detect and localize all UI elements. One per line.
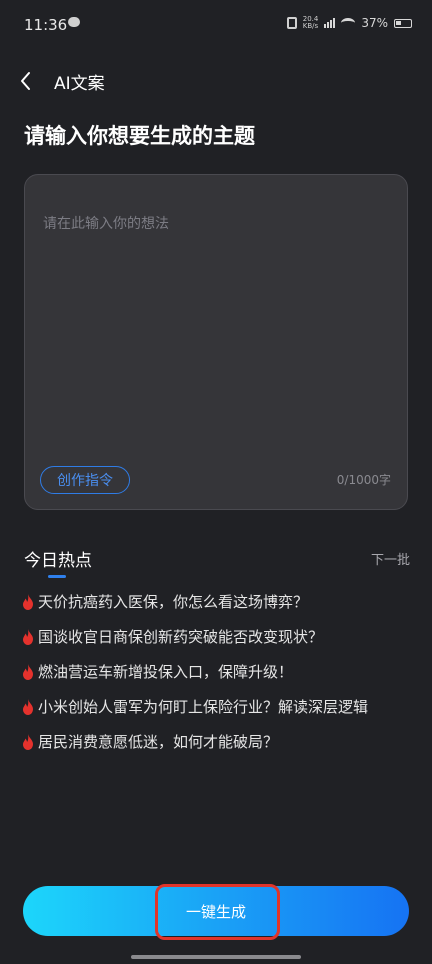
hot-topics-title: 今日热点 [24, 551, 92, 571]
hot-topics-underline [48, 575, 66, 578]
topic-input[interactable] [41, 211, 395, 455]
chevron-left-icon[interactable] [16, 70, 38, 92]
message-icon [68, 17, 80, 27]
hot-topic-item[interactable]: 燃油营运车新增投保入口，保障升级！ [22, 662, 422, 697]
fire-icon [22, 629, 34, 645]
hot-topic-text: 小米创始人雷军为何盯上保险行业？解读深层逻辑 [38, 698, 369, 716]
network-speed-unit: KB/s [302, 22, 319, 30]
home-indicator[interactable] [131, 955, 301, 959]
hot-topic-item[interactable]: 国谈收官日商保创新药突破能否改变现状？ [22, 627, 422, 662]
status-icons: 20.4 KB/s 37% [286, 16, 412, 30]
topic-input-card: 创作指令 0/1000字 [24, 174, 408, 510]
signal-icon [324, 18, 336, 28]
fire-icon [22, 664, 34, 680]
generate-button[interactable]: 一键生成 [23, 886, 409, 936]
status-bar: 11:36 20.4 KB/s 37% [0, 0, 432, 50]
hot-topics-list: 天价抗癌药入医保，你怎么看这场博弈？ 国谈收官日商保创新药突破能否改变现状？ 燃… [22, 592, 422, 767]
hot-topic-text: 国谈收官日商保创新药突破能否改变现状？ [38, 628, 324, 646]
page-title: 请输入你想要生成的主题 [24, 124, 255, 148]
fire-icon [22, 594, 34, 610]
hot-topics-header: 今日热点 下一批 [24, 546, 410, 582]
creation-command-button[interactable]: 创作指令 [40, 466, 130, 494]
vibrate-icon [286, 17, 297, 29]
hot-topic-text: 燃油营运车新增投保入口，保障升级！ [38, 663, 294, 681]
wifi-icon [341, 18, 356, 28]
hot-topic-item[interactable]: 天价抗癌药入医保，你怎么看这场博弈？ [22, 592, 422, 627]
top-bar: AI文案 [0, 60, 432, 100]
network-speed: 20.4 KB/s [303, 16, 319, 30]
hot-topic-text: 居民消费意愿低迷，如何才能破局？ [38, 733, 279, 751]
battery-icon [394, 18, 412, 28]
status-time: 11:36 [24, 16, 68, 34]
next-batch-button[interactable]: 下一批 [371, 549, 410, 568]
fire-icon [22, 699, 34, 715]
hot-topic-text: 天价抗癌药入医保，你怎么看这场博弈？ [38, 593, 309, 611]
battery-percent: 37% [361, 16, 388, 30]
char-count: 0/1000字 [336, 473, 391, 487]
hot-topic-item[interactable]: 居民消费意愿低迷，如何才能破局？ [22, 732, 422, 767]
hot-topic-item[interactable]: 小米创始人雷军为何盯上保险行业？解读深层逻辑 [22, 697, 422, 732]
page-header-title: AI文案 [54, 74, 105, 94]
fire-icon [22, 734, 34, 750]
